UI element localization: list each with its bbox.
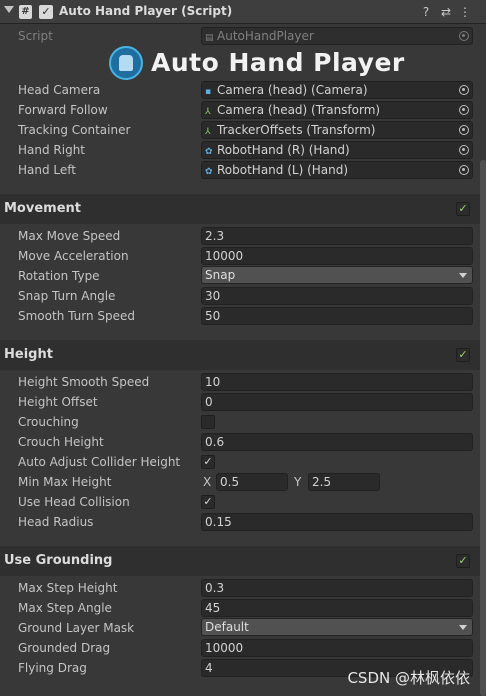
preset-icon[interactable]: ⇄ xyxy=(438,3,454,21)
forward-follow-field[interactable]: ⅄ Camera (head) (Transform) xyxy=(201,101,473,119)
hand-left-field[interactable]: ✿ RobotHand (L) (Hand) xyxy=(201,161,473,179)
script-label: Script xyxy=(18,29,53,43)
ground-layer-mask-dropdown[interactable]: Default xyxy=(201,618,473,636)
grounding-section-header[interactable]: Use Grounding ✓ xyxy=(0,546,480,576)
hand-script-icon: ✿ xyxy=(205,167,213,177)
object-picker-icon[interactable] xyxy=(459,31,469,41)
height-title: Height xyxy=(4,347,53,362)
object-picker-icon[interactable] xyxy=(459,125,469,135)
min-max-height-label: Min Max Height xyxy=(18,475,112,489)
head-camera-label: Head Camera xyxy=(18,83,101,97)
crouching-checkbox[interactable] xyxy=(201,415,215,429)
transform-icon: ⅄ xyxy=(205,127,211,137)
hand-right-value: RobotHand (R) (Hand) xyxy=(217,143,350,157)
snap-turn-angle-input[interactable]: 30 xyxy=(201,287,473,305)
transform-icon: ⅄ xyxy=(205,107,211,117)
banner-title: Auto Hand Player xyxy=(151,48,405,77)
tracking-container-value: TrackerOffsets (Transform) xyxy=(217,123,376,137)
max-height-input[interactable]: 2.5 xyxy=(308,473,380,491)
crouch-height-label: Crouch Height xyxy=(18,435,104,449)
vertical-scrollbar[interactable] xyxy=(480,160,486,696)
max-step-height-label: Max Step Height xyxy=(18,581,118,595)
grounding-toggle-checkbox[interactable]: ✓ xyxy=(456,554,470,568)
snap-turn-angle-label: Snap Turn Angle xyxy=(18,289,116,303)
hand-left-label: Hand Left xyxy=(18,163,76,177)
grounding-title: Use Grounding xyxy=(4,553,113,568)
foldout-arrow-icon[interactable] xyxy=(4,6,14,13)
auto-adjust-collider-checkbox[interactable]: ✓ xyxy=(201,455,215,469)
ground-layer-mask-label: Ground Layer Mask xyxy=(18,621,135,635)
rotation-type-dropdown[interactable]: Snap xyxy=(201,266,473,284)
rotation-type-label: Rotation Type xyxy=(18,269,100,283)
max-step-angle-input[interactable]: 45 xyxy=(201,599,473,617)
height-smooth-speed-label: Height Smooth Speed xyxy=(18,375,150,389)
chevron-down-icon xyxy=(459,273,467,278)
camera-icon: ▪ xyxy=(205,87,212,97)
object-picker-icon[interactable] xyxy=(459,145,469,155)
use-head-collision-label: Use Head Collision xyxy=(18,495,130,509)
ground-layer-mask-value: Default xyxy=(205,620,249,634)
smooth-turn-speed-input[interactable]: 50 xyxy=(201,307,473,325)
script-value: AutoHandPlayer xyxy=(217,29,314,43)
height-section-header[interactable]: Height ✓ xyxy=(0,340,480,370)
hand-right-field[interactable]: ✿ RobotHand (R) (Hand) xyxy=(201,141,473,159)
object-picker-icon[interactable] xyxy=(459,105,469,115)
max-step-height-input[interactable]: 0.3 xyxy=(201,579,473,597)
component-header: # ✓ Auto Hand Player (Script) ? ⇄ ⋮ xyxy=(0,0,486,24)
forward-follow-label: Forward Follow xyxy=(18,103,108,117)
min-height-input[interactable]: 0.5 xyxy=(216,473,288,491)
script-field[interactable]: ▤ AutoHandPlayer xyxy=(201,27,473,45)
max-step-angle-label: Max Step Angle xyxy=(18,601,112,615)
movement-toggle-checkbox[interactable]: ✓ xyxy=(456,202,470,216)
script-asset-icon: ▤ xyxy=(205,33,214,43)
flying-drag-label: Flying Drag xyxy=(18,661,87,675)
banner: Auto Hand Player xyxy=(0,46,486,82)
move-acceleration-input[interactable]: 10000 xyxy=(201,247,473,265)
use-head-collision-checkbox[interactable]: ✓ xyxy=(201,495,215,509)
crouch-height-input[interactable]: 0.6 xyxy=(201,433,473,451)
object-picker-icon[interactable] xyxy=(459,85,469,95)
grounded-drag-label: Grounded Drag xyxy=(18,641,111,655)
movement-section-header[interactable]: Movement ✓ xyxy=(0,194,480,224)
grounded-drag-input[interactable]: 10000 xyxy=(201,639,473,657)
head-radius-label: Head Radius xyxy=(18,515,94,529)
auto-hand-logo xyxy=(109,46,143,80)
script-icon: # xyxy=(19,5,32,19)
max-height-y-label: Y xyxy=(294,475,302,489)
watermark: CSDN @林枫依依 xyxy=(347,669,470,687)
auto-adjust-collider-label: Auto Adjust Collider Height xyxy=(18,455,181,469)
head-camera-field[interactable]: ▪ Camera (head) (Camera) xyxy=(201,81,473,99)
smooth-turn-speed-label: Smooth Turn Speed xyxy=(18,309,135,323)
head-camera-value: Camera (head) (Camera) xyxy=(217,83,368,97)
head-radius-input[interactable]: 0.15 xyxy=(201,513,473,531)
rotation-type-value: Snap xyxy=(205,268,236,282)
help-icon[interactable]: ? xyxy=(418,3,434,21)
component-title: Auto Hand Player (Script) xyxy=(59,4,233,18)
min-height-x-label: X xyxy=(203,475,212,489)
more-icon[interactable]: ⋮ xyxy=(457,3,473,21)
height-smooth-speed-input[interactable]: 10 xyxy=(201,373,473,391)
forward-follow-value: Camera (head) (Transform) xyxy=(217,103,381,117)
height-offset-label: Height Offset xyxy=(18,395,98,409)
movement-title: Movement xyxy=(4,201,81,216)
crouching-label: Crouching xyxy=(18,415,79,429)
hand-script-icon: ✿ xyxy=(205,147,213,157)
object-picker-icon[interactable] xyxy=(459,165,469,175)
chevron-down-icon xyxy=(459,625,467,630)
hand-left-value: RobotHand (L) (Hand) xyxy=(217,163,349,177)
max-move-speed-label: Max Move Speed xyxy=(18,229,121,243)
height-offset-input[interactable]: 0 xyxy=(201,393,473,411)
tracking-container-field[interactable]: ⅄ TrackerOffsets (Transform) xyxy=(201,121,473,139)
height-toggle-checkbox[interactable]: ✓ xyxy=(456,348,470,362)
move-acceleration-label: Move Acceleration xyxy=(18,249,129,263)
component-enabled-checkbox[interactable]: ✓ xyxy=(39,5,53,19)
hand-right-label: Hand Right xyxy=(18,143,86,157)
tracking-container-label: Tracking Container xyxy=(18,123,131,137)
max-move-speed-input[interactable]: 2.3 xyxy=(201,227,473,245)
